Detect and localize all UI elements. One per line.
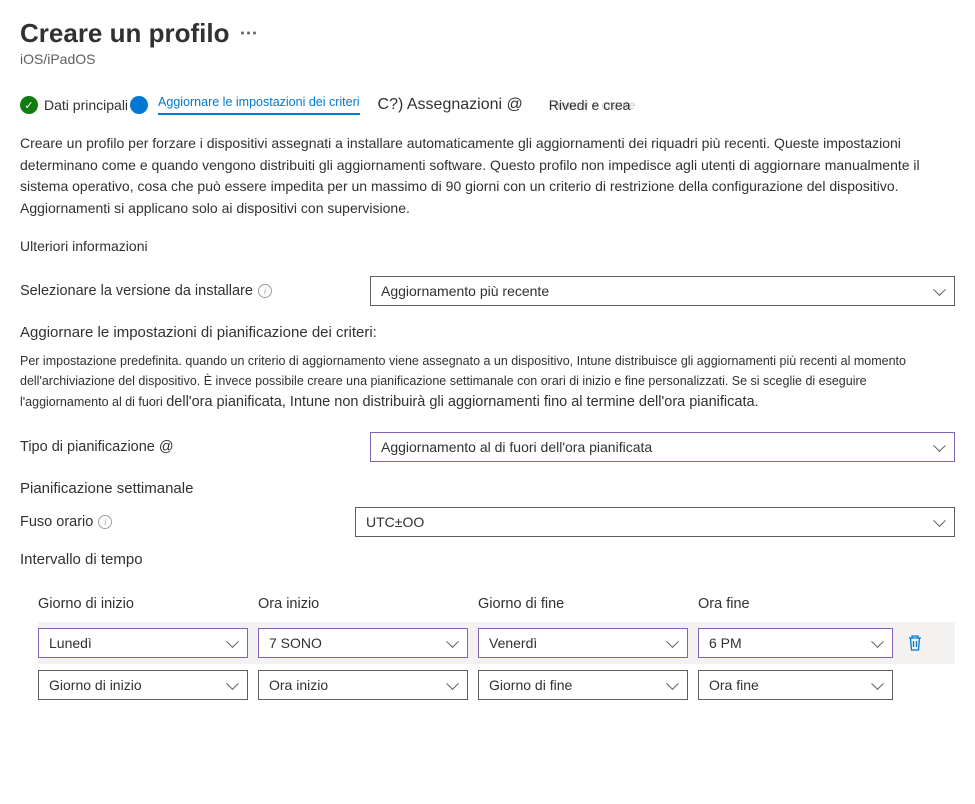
timezone-label: Fuso orario i: [20, 514, 355, 530]
start-day-select[interactable]: Giorno di inizio: [38, 670, 248, 700]
schedule-row: Lunedì 7 SONO Venerdì 6 PM: [38, 622, 955, 664]
schedule-type-label: Tipo di pianificazione @: [20, 439, 370, 455]
schedule-settings-desc: Per impostazione predefinita. quando un …: [20, 351, 955, 414]
title-text: Creare un profilo: [20, 18, 229, 49]
check-icon: [20, 96, 38, 114]
profile-description: Creare un profilo per forzare i disposit…: [20, 133, 955, 220]
version-row: Selezionare la versione da installare i …: [20, 276, 955, 306]
end-day-value: Venerdì: [489, 635, 537, 651]
page-title: Creare un profilo ⋯: [20, 18, 955, 49]
end-day-value: Giorno di fine: [489, 677, 572, 693]
start-time-select[interactable]: Ora inizio: [258, 670, 468, 700]
step-update-settings[interactable]: Aggiornare le impostazioni dei criteri: [158, 95, 359, 115]
end-time-select[interactable]: 6 PM: [698, 628, 893, 658]
wizard-steps: Dati principali Aggiornare le impostazio…: [20, 95, 955, 115]
timezone-label-text: Fuso orario: [20, 514, 93, 530]
delete-row-button[interactable]: [903, 634, 927, 652]
schedule-header-row: Giorno di inizio Ora inizio Giorno di fi…: [38, 596, 955, 612]
col-end-day: Giorno di fine: [478, 596, 688, 612]
start-time-value: Ora inizio: [269, 677, 328, 693]
step-review-overlay: Rivedi e crea: [549, 97, 631, 113]
step-assignments-label: C?) Assegnazioni @: [378, 96, 523, 114]
timezone-select[interactable]: UTC±OO: [355, 507, 955, 537]
timezone-value: UTC±OO: [366, 514, 424, 530]
schedule-table: Giorno di inizio Ora inizio Giorno di fi…: [38, 596, 955, 706]
version-label: Selezionare la versione da installare i: [20, 283, 370, 299]
col-start-day: Giorno di inizio: [38, 596, 248, 612]
version-select[interactable]: Aggiornamento più recente: [370, 276, 955, 306]
timezone-row: Fuso orario i UTC±OO: [20, 507, 955, 537]
trash-icon: [907, 634, 923, 652]
start-time-value: 7 SONO: [269, 635, 322, 651]
start-day-select[interactable]: Lunedì: [38, 628, 248, 658]
schedule-type-select[interactable]: Aggiornamento al di fuori dell'ora piani…: [370, 432, 955, 462]
schedule-type-row: Tipo di pianificazione @ Aggiornamento a…: [20, 432, 955, 462]
more-icon[interactable]: ⋯: [239, 23, 258, 44]
end-day-select[interactable]: Venerdì: [478, 628, 688, 658]
end-time-select[interactable]: Ora fine: [698, 670, 893, 700]
step-update-label: Aggiornare le impostazioni dei criteri: [158, 95, 359, 115]
col-end-time: Ora fine: [698, 596, 893, 612]
start-day-value: Lunedì: [49, 635, 92, 651]
interval-heading: Intervallo di tempo: [20, 551, 955, 568]
schedule-type-value: Aggiornamento al di fuori dell'ora piani…: [381, 439, 652, 455]
schedule-settings-heading: Aggiornare le impostazioni di pianificaz…: [20, 324, 955, 341]
end-time-value: Ora fine: [709, 677, 759, 693]
schedule-row: Giorno di inizio Ora inizio Giorno di fi…: [38, 664, 955, 706]
step-review[interactable]: Rivedi e crea Review + create: [549, 98, 635, 112]
version-select-value: Aggiornamento più recente: [381, 283, 549, 299]
weekly-schedule-heading: Pianificazione settimanale: [20, 480, 955, 497]
step-active-icon: [130, 96, 148, 114]
col-start-time: Ora inizio: [258, 596, 468, 612]
step-assignments[interactable]: C?) Assegnazioni @: [378, 96, 523, 114]
subtitle: iOS/iPadOS: [20, 51, 955, 67]
info-icon[interactable]: i: [98, 515, 112, 529]
start-time-select[interactable]: 7 SONO: [258, 628, 468, 658]
end-day-select[interactable]: Giorno di fine: [478, 670, 688, 700]
version-label-text: Selezionare la versione da installare: [20, 283, 253, 299]
step-basics-label: Dati principali: [44, 97, 128, 113]
step-basics[interactable]: Dati principali: [20, 96, 148, 114]
info-icon[interactable]: i: [258, 284, 272, 298]
end-time-value: 6 PM: [709, 635, 742, 651]
start-day-value: Giorno di inizio: [49, 677, 142, 693]
more-info-link[interactable]: Ulteriori informazioni: [20, 238, 955, 254]
schedule-desc-big: dell'ora pianificata, Intune non distrib…: [166, 394, 758, 410]
